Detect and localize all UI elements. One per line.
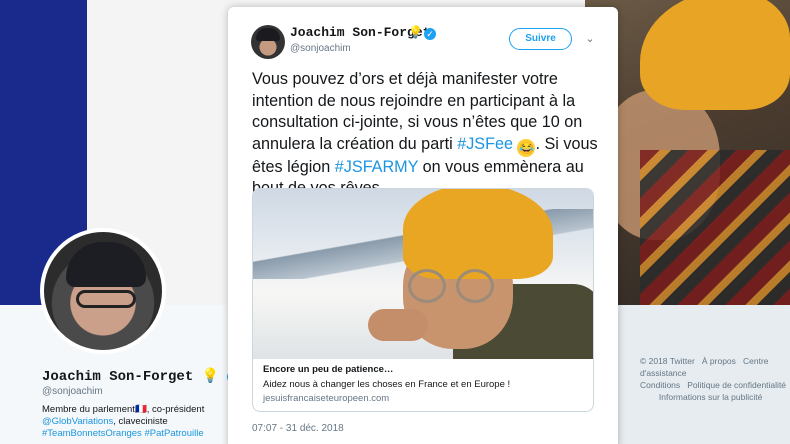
verified-icon: ✓ — [424, 28, 436, 40]
card-image-beanie — [403, 189, 553, 279]
bio-text: , co-président — [146, 404, 205, 415]
card-image-glasses — [408, 269, 498, 303]
flag-icon: 🇫🇷 — [134, 404, 147, 415]
footer-privacy-link[interactable]: Politique de confidentialité — [687, 380, 786, 390]
lightbulb-icon: 💡 — [201, 369, 220, 385]
tweet-timestamp[interactable]: 07:07 - 31 déc. 2018 — [252, 423, 344, 434]
laughing-emoji-icon: 😂 — [517, 138, 536, 157]
footer-links: © 2018 Twitter À propos Centre d'assista… — [640, 355, 790, 403]
tweet-author-avatar[interactable] — [251, 25, 285, 59]
bio-text: Membre du parlement — [42, 404, 135, 415]
profile-bio: Membre du parlement🇫🇷, co-président @Glo… — [42, 404, 222, 440]
profile-handle: @sonjoachim — [42, 386, 103, 397]
avatar-cap — [66, 242, 146, 287]
banner-scarf — [640, 150, 790, 305]
footer-ads-link[interactable]: Informations sur la publicité — [659, 392, 762, 402]
bio-hashtags[interactable]: #TeamBonnetsOranges #PatPatrouille — [42, 428, 204, 439]
card-image-hand — [368, 309, 428, 341]
tweet-text: Vous pouvez d’ors et déjà manifester vot… — [252, 69, 602, 200]
footer-conditions-link[interactable]: Conditions — [640, 380, 680, 390]
footer-copyright: © 2018 Twitter — [640, 356, 695, 366]
tweet-author-handle[interactable]: @sonjoachim — [290, 43, 351, 54]
hashtag-link[interactable]: #JSFARMY — [335, 158, 418, 176]
link-preview-card[interactable]: Encore un peu de patience… Aidez nous à … — [252, 188, 594, 412]
card-description: Aidez nous à changer les choses en Franc… — [263, 379, 511, 390]
hashtag-link[interactable]: #JSFee — [457, 135, 513, 153]
bio-text: , claveciniste — [113, 416, 168, 427]
chevron-down-icon[interactable]: ⌄ — [584, 33, 596, 45]
follow-button[interactable]: Suivre — [509, 28, 572, 50]
profile-name-text: Joachim Son-Forget — [42, 369, 194, 385]
card-title: Encore un peu de patience… — [263, 364, 394, 375]
card-url: jesuisfrancaiseteuropeen.com — [263, 393, 390, 404]
avatar-glasses — [76, 290, 136, 308]
tweet-modal: Joachim Son-Forget 💡 ✓ @sonjoachim Suivr… — [228, 7, 618, 444]
card-image — [253, 189, 593, 359]
bio-link[interactable]: @GlobVariations — [42, 416, 113, 427]
footer-about-link[interactable]: À propos — [702, 356, 736, 366]
lightbulb-icon: 💡 — [408, 25, 423, 39]
profile-avatar[interactable] — [40, 228, 166, 354]
profile-name[interactable]: Joachim Son-Forget 💡 ✓ — [42, 368, 240, 385]
banner-hat — [640, 0, 790, 110]
